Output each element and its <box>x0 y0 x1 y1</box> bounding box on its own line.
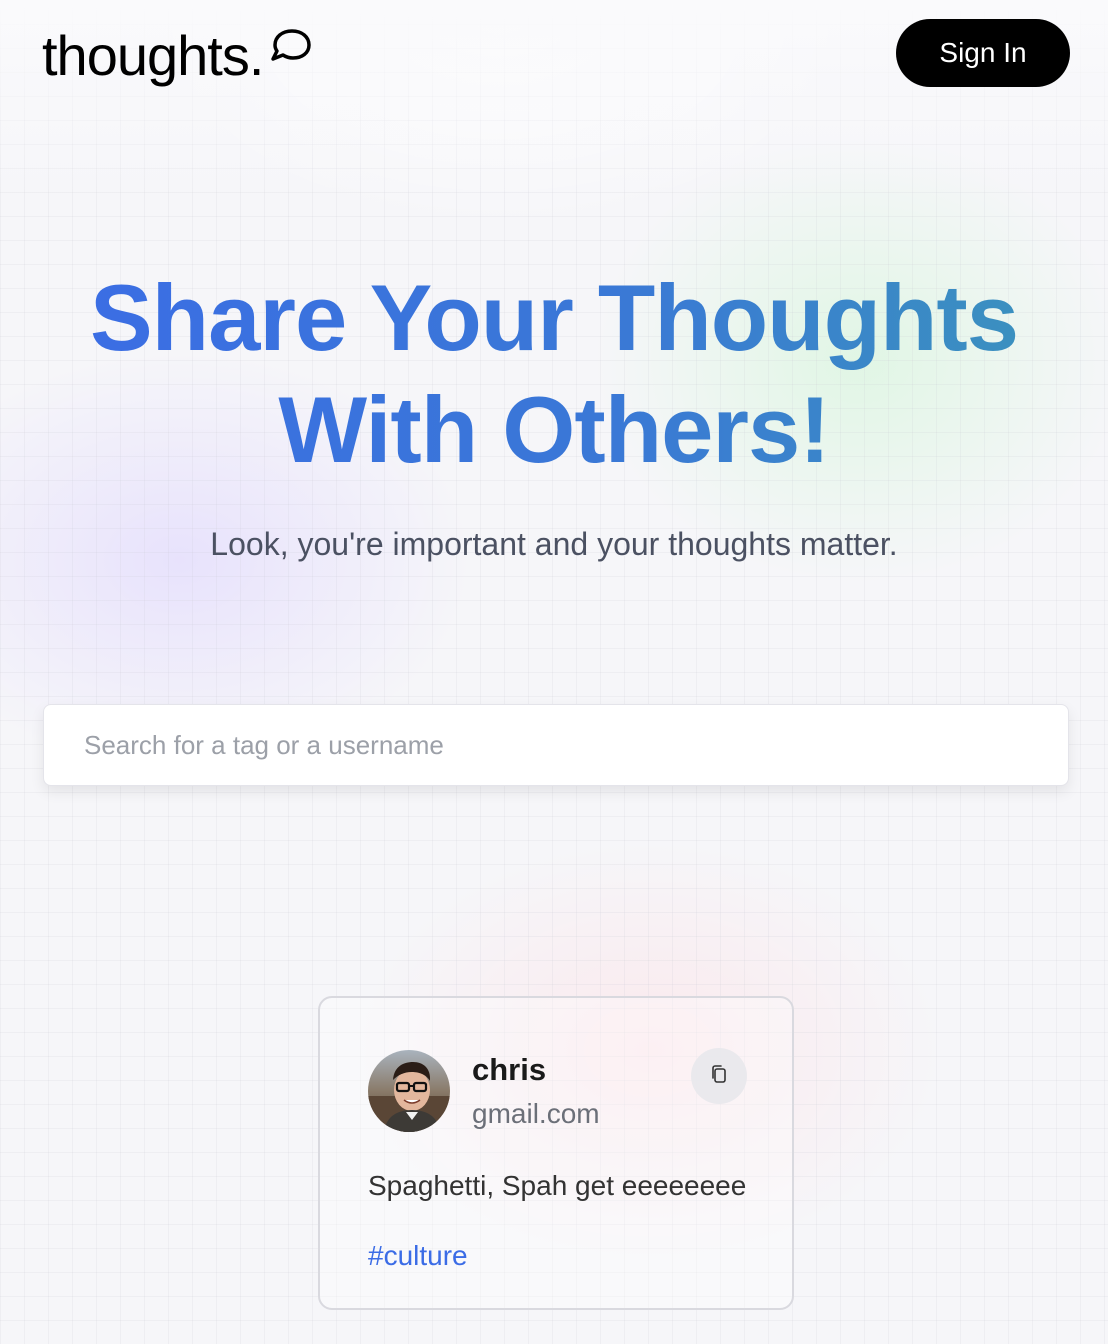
search-input[interactable] <box>43 704 1069 786</box>
speech-bubble-icon <box>265 26 313 75</box>
logo-text: thoughts. <box>42 24 264 87</box>
headline-line-2: With Others! <box>278 377 830 482</box>
post-card: chris gmail.com Spaghetti, Spah get eeee… <box>318 996 794 1310</box>
copy-icon <box>708 1063 730 1090</box>
logo[interactable]: thoughts. <box>42 22 313 90</box>
user-avatar[interactable] <box>368 1050 450 1132</box>
copy-button[interactable] <box>691 1048 747 1104</box>
page: thoughts. Sign In Share Your Thoughts Wi… <box>0 0 1108 1344</box>
hero-subheadline: Look, you're important and your thoughts… <box>210 526 898 562</box>
post-email: gmail.com <box>472 1098 600 1129</box>
post-text: Spaghetti, Spah get eeeeeeee <box>368 1170 747 1201</box>
post-tag[interactable]: #culture <box>368 1240 468 1272</box>
sign-in-button[interactable]: Sign In <box>896 19 1070 87</box>
headline-line-1: Share Your Thoughts <box>89 265 1019 370</box>
hero-headline: Share Your Thoughts With Others! <box>0 262 1108 486</box>
post-username[interactable]: chris <box>472 1052 546 1088</box>
